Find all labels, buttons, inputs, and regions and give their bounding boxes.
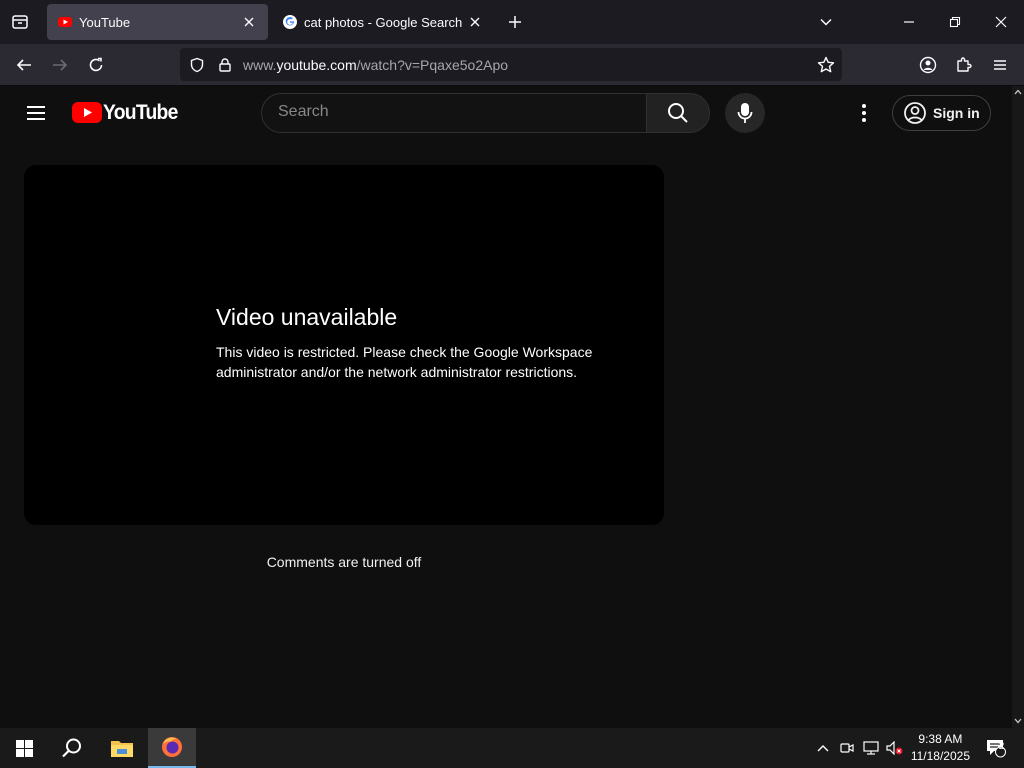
notification-center-button[interactable]: 2 [976, 728, 1016, 768]
page-scrollbar[interactable] [1012, 86, 1024, 728]
clock-time: 9:38 AM [918, 732, 963, 746]
account-circle-icon [904, 102, 926, 124]
speaker-muted-icon [886, 741, 903, 755]
network-tray-button[interactable] [860, 728, 882, 768]
file-explorer-button[interactable] [98, 728, 146, 768]
sign-in-label: Sign in [933, 105, 980, 121]
taskbar-clock[interactable]: 9:38 AM 11/18/2025 [911, 731, 970, 765]
app-menu-button[interactable] [988, 53, 1012, 77]
scroll-up-arrow-icon[interactable] [1014, 89, 1022, 95]
youtube-page: YouTube Sign in Video unavailable This v… [0, 86, 1012, 728]
settings-more-button[interactable] [852, 97, 876, 129]
close-icon [244, 17, 254, 27]
tab-title: cat photos - Google Search [304, 14, 463, 30]
puzzle-icon [957, 57, 972, 72]
browser-tab-bar: YouTube cat photos - Google Search [0, 0, 1024, 44]
minimize-icon [904, 21, 914, 23]
close-icon [995, 16, 1007, 28]
restore-button[interactable] [943, 10, 967, 34]
tab-title: YouTube [79, 14, 131, 30]
youtube-play-logo-icon [72, 102, 102, 123]
address-bar[interactable]: www.youtube.com/watch?v=Pqaxe5o2Apo [180, 48, 842, 81]
hamburger-menu-icon [27, 106, 45, 120]
scroll-down-arrow-icon[interactable] [1014, 718, 1022, 724]
restore-icon [949, 16, 961, 28]
start-button[interactable] [0, 728, 48, 768]
youtube-favicon-icon [58, 17, 72, 27]
error-title: Video unavailable [216, 304, 398, 330]
tab-close-button[interactable] [240, 13, 258, 31]
account-button[interactable] [916, 53, 940, 77]
url-host: youtube.com [276, 57, 357, 73]
close-window-button[interactable] [989, 10, 1013, 34]
shield-icon[interactable] [189, 57, 205, 73]
google-favicon-icon [283, 15, 297, 29]
search-button[interactable] [646, 93, 710, 133]
back-button[interactable] [12, 53, 36, 77]
reload-button[interactable] [84, 53, 108, 77]
tab-close-button[interactable] [466, 13, 484, 31]
show-hidden-icons-button[interactable] [812, 728, 834, 768]
lock-icon[interactable] [217, 57, 233, 73]
more-vertical-icon [862, 104, 866, 122]
arrow-left-icon [16, 59, 31, 71]
camera-icon [840, 743, 854, 753]
comments-status: Comments are turned off [266, 554, 422, 570]
tab-google-search[interactable]: cat photos - Google Search [272, 4, 494, 40]
windows-taskbar: 9:38 AM 11/18/2025 2 [0, 728, 1024, 768]
minimize-button[interactable] [897, 10, 921, 34]
star-icon[interactable] [817, 56, 835, 74]
browser-nav-bar: www.youtube.com/watch?v=Pqaxe5o2Apo [0, 44, 1024, 86]
screen: YouTube cat photos - Google Search www.y… [0, 0, 1024, 768]
search-input[interactable] [278, 103, 618, 121]
list-all-tabs-button[interactable] [814, 10, 838, 34]
search-box[interactable] [261, 93, 647, 133]
new-tab-button[interactable] [503, 10, 527, 34]
account-icon [919, 56, 937, 74]
voice-search-button[interactable] [725, 93, 765, 133]
meet-now-tray-button[interactable] [836, 728, 858, 768]
video-player[interactable]: Video unavailable This video is restrict… [24, 165, 664, 525]
folder-icon [111, 741, 133, 757]
extensions-button[interactable] [952, 53, 976, 77]
forward-button[interactable] [48, 53, 72, 77]
taskbar-search-button[interactable] [48, 728, 96, 768]
archive-icon [12, 15, 28, 29]
close-icon [470, 17, 480, 27]
firefox-taskbar-button[interactable] [148, 728, 196, 768]
volume-tray-button[interactable] [884, 728, 906, 768]
url-path: /watch?v=Pqaxe5o2Apo [356, 57, 509, 73]
url-prefix: www. [243, 57, 277, 73]
error-message: This video is restricted. Please check t… [216, 344, 593, 380]
chevron-up-icon [817, 745, 829, 752]
firefox-icon [162, 737, 182, 757]
search-icon [62, 738, 81, 758]
notification-count: 2 [998, 741, 1005, 752]
plus-icon [509, 16, 521, 28]
guide-menu-button[interactable] [20, 97, 52, 129]
sign-in-button[interactable]: Sign in [892, 95, 991, 131]
chevron-down-icon [820, 18, 832, 26]
clock-date: 11/18/2025 [910, 749, 970, 763]
url-text[interactable]: www.youtube.com/watch?v=Pqaxe5o2Apo [243, 57, 508, 73]
tab-youtube[interactable]: YouTube [47, 4, 268, 40]
network-icon [863, 741, 879, 755]
hamburger-menu-icon [994, 60, 1006, 70]
microphone-icon [737, 103, 753, 123]
windows-logo-icon [15, 739, 33, 757]
reload-icon [89, 57, 103, 72]
arrow-right-icon [53, 59, 68, 71]
tab-list-button[interactable] [8, 10, 32, 34]
search-icon [668, 103, 688, 123]
youtube-logo-text: YouTube [103, 101, 178, 124]
